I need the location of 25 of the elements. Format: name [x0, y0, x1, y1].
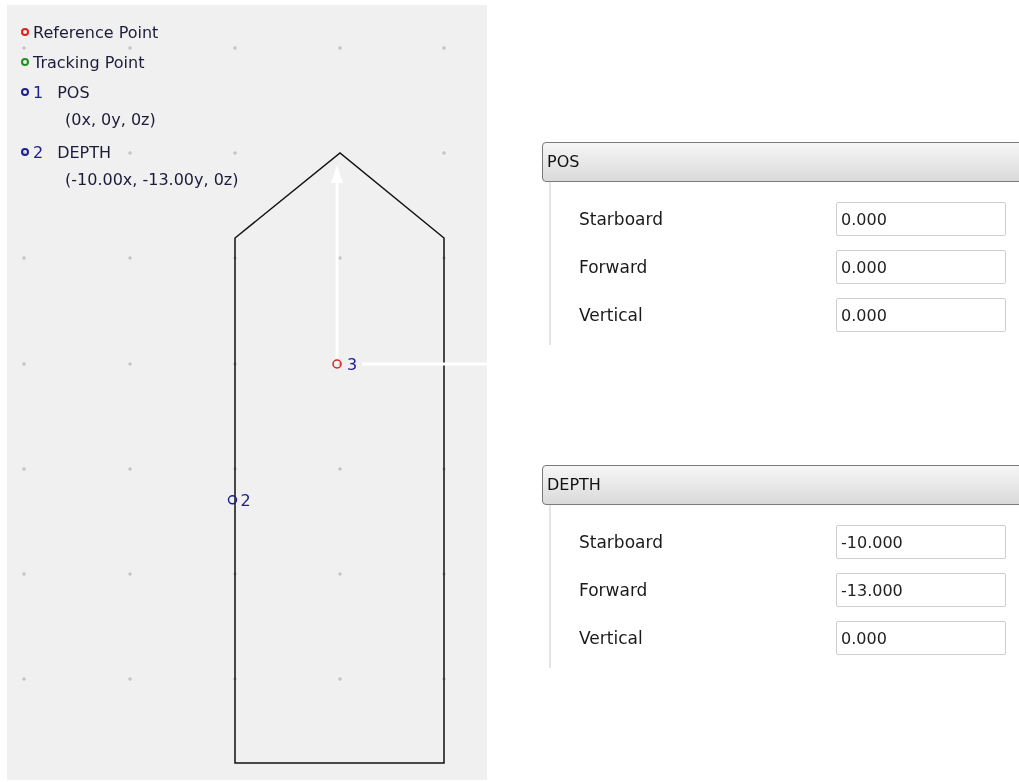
point-number: 2 — [33, 142, 44, 162]
point-coordinates: (-10.00x, -13.00y, 0z) — [65, 169, 239, 191]
field-label: Starboard — [578, 209, 664, 229]
field-label: Vertical — [578, 628, 644, 648]
point-number: 1 — [33, 82, 44, 102]
input-field[interactable]: 0.000 — [836, 621, 1006, 655]
input-field[interactable]: -10.000 — [836, 525, 1006, 559]
field-label: Starboard — [578, 532, 664, 552]
point-marker-icon — [227, 495, 238, 505]
section-header[interactable]: POS — [542, 142, 1019, 182]
input-field[interactable]: 0.000 — [836, 250, 1006, 284]
point-name: DEPTH — [57, 142, 112, 162]
legend-label: Reference Point — [33, 22, 159, 42]
input-field[interactable]: -13.000 — [836, 573, 1006, 607]
field-label: Forward — [578, 257, 649, 277]
point-name: POS — [57, 82, 90, 102]
input-field[interactable]: 0.000 — [836, 298, 1006, 332]
input-field[interactable]: 0.000 — [836, 202, 1006, 236]
field-label: Vertical — [578, 305, 644, 325]
marker-label: 2 — [240, 490, 251, 510]
section-header[interactable]: DEPTH — [542, 465, 1019, 505]
legend-label: Tracking Point — [33, 52, 145, 72]
point-coordinates: (0x, 0y, 0z) — [65, 109, 157, 131]
marker-label: 3 — [347, 355, 358, 374]
field-label: Forward — [578, 580, 649, 600]
